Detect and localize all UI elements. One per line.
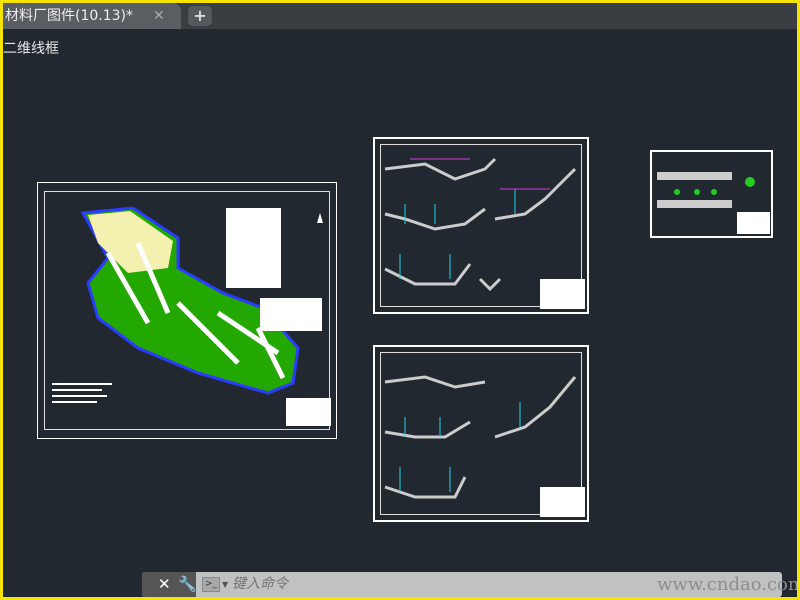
chevron-down-icon[interactable]: ▼ bbox=[222, 572, 228, 597]
site-plan-drawing bbox=[52, 206, 331, 426]
command-input[interactable] bbox=[232, 572, 632, 597]
command-line: ✕ 🔧 >_ ▼ www.cndao.com bbox=[142, 572, 797, 597]
wrench-icon[interactable]: 🔧 bbox=[178, 572, 197, 597]
command-prompt-icon[interactable]: >_ bbox=[202, 577, 220, 592]
section-drawings-2 bbox=[384, 375, 585, 517]
new-tab-button[interactable]: + bbox=[188, 6, 212, 26]
watermark: www.cndao.com bbox=[657, 574, 797, 595]
sheet-sections-1 bbox=[373, 137, 589, 314]
detail-drawing bbox=[657, 172, 770, 234]
tab-title: 材料厂图件(10.13)* bbox=[5, 8, 134, 24]
sheet-detail bbox=[650, 150, 773, 238]
drawing-canvas[interactable] bbox=[3, 29, 797, 572]
sheet-sections-2 bbox=[373, 345, 589, 522]
sheet-site-plan bbox=[37, 182, 337, 439]
autocad-window: 材料厂图件(10.13)* ✕ + 二维线框 ✕ 🔧 >_ ▼ 键入命令 www… bbox=[3, 3, 797, 597]
tab-bar: 材料厂图件(10.13)* ✕ + bbox=[3, 3, 797, 29]
close-icon[interactable]: ✕ bbox=[153, 3, 165, 29]
close-icon[interactable]: ✕ bbox=[158, 572, 171, 597]
tab-drawing[interactable]: 材料厂图件(10.13)* ✕ bbox=[3, 3, 181, 29]
section-drawings-1 bbox=[384, 157, 585, 309]
